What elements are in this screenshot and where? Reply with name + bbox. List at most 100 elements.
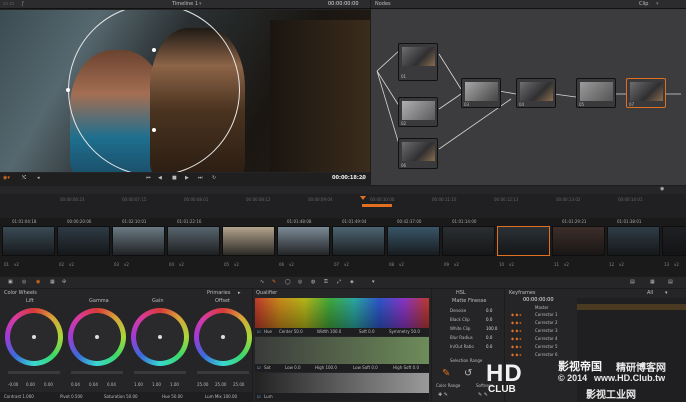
node-06[interactable]: 06 <box>398 138 438 169</box>
color-match-icon[interactable]: ◎ <box>22 280 26 285</box>
clip-thumbnail[interactable] <box>552 226 605 256</box>
color-wheels-icon[interactable]: ◉ <box>36 280 40 285</box>
keyframe-toggle-icon[interactable]: ◆ ◆ ▸ <box>511 321 522 325</box>
clip-label[interactable]: Clip <box>639 2 648 7</box>
high-value[interactable]: High 100.0 <box>315 366 337 370</box>
scopes-icon[interactable]: ▤ <box>630 280 635 285</box>
timeline-dropdown-icon[interactable]: ▾ <box>199 2 202 7</box>
clip-thumbnail[interactable] <box>442 226 495 256</box>
low-soft-value[interactable]: Low Soft 0.0 <box>353 366 378 370</box>
clip-thumbnail[interactable] <box>2 226 55 256</box>
wheel-value[interactable]: 0.00 <box>44 383 53 387</box>
lum-mix-value[interactable]: Lum Mix 100.00 <box>205 395 237 399</box>
width-value[interactable]: Width 100.0 <box>317 330 341 334</box>
window-icon[interactable]: ◯ <box>285 280 291 285</box>
wheel-value[interactable]: 0.04 <box>89 383 98 387</box>
blur-icon[interactable]: ◍ <box>311 280 315 285</box>
timeline-settings-icon[interactable]: ◉ <box>660 187 664 192</box>
wheel-value[interactable]: 25.00 <box>215 383 226 387</box>
play-button[interactable]: ▶ <box>185 176 189 181</box>
saturation-value[interactable]: Saturation 50.00 <box>104 395 138 399</box>
matte-param-value[interactable]: 0.0 <box>486 336 492 340</box>
reset-icon[interactable]: ↺ <box>464 368 472 379</box>
clip-thumbnail[interactable] <box>167 226 220 256</box>
range-plus-icon[interactable]: ✚ ✎ <box>438 393 448 398</box>
wheel-puck[interactable] <box>95 335 99 339</box>
keyframe-row-label[interactable]: Corrector 3 <box>535 329 558 333</box>
3d-icon[interactable]: ◈ <box>350 280 354 285</box>
clip-thumbnail[interactable] <box>387 226 440 256</box>
primaries-mode-label[interactable]: Primaries <box>207 291 230 296</box>
tracker-icon[interactable]: ◎ <box>298 280 302 285</box>
panel-menu-icon[interactable]: ▸ <box>238 291 241 296</box>
grid-icon[interactable]: ▦ <box>650 280 655 285</box>
clip-thumbnail[interactable] <box>57 226 110 256</box>
matte-param-value[interactable]: 0.0 <box>486 309 492 313</box>
first-frame-button[interactable]: ⏮ <box>146 176 151 181</box>
matte-param-value[interactable]: 100.0 <box>486 327 497 331</box>
sat-checkbox[interactable]: ☑ <box>257 366 261 370</box>
loop-button[interactable]: ↻ <box>212 176 216 181</box>
master-wheel-slider[interactable] <box>197 371 249 374</box>
loop-icon[interactable]: ⤭ <box>22 176 26 181</box>
motion-icon[interactable]: ✣ <box>62 280 66 285</box>
wheel-value[interactable]: 1.00 <box>170 383 179 387</box>
luminance-ramp[interactable] <box>255 373 429 393</box>
camera-raw-icon[interactable]: ▣ <box>8 280 13 285</box>
contrast-value[interactable]: Contrast 1.000 <box>4 395 34 399</box>
more-icon[interactable]: ▤ <box>668 280 673 285</box>
center-value[interactable]: Center 50.0 <box>279 330 303 334</box>
keyframe-row-label[interactable]: Corrector 5 <box>535 345 558 349</box>
viewer-frame[interactable] <box>0 10 370 172</box>
audio-icon[interactable]: ◂ <box>37 176 40 181</box>
keyframe-toggle-icon[interactable]: ◆ ◆ ▸ <box>511 313 522 317</box>
wheel-value[interactable]: 0.04 <box>107 383 116 387</box>
reverse-play-button[interactable]: ◀ <box>158 176 162 181</box>
curves-icon[interactable]: ∿ <box>260 280 264 285</box>
info-icon[interactable]: ▾ <box>372 280 375 285</box>
window-handle[interactable] <box>152 128 156 132</box>
wheel-value[interactable]: 0.00 <box>26 383 35 387</box>
timeline-name[interactable]: Timeline 1 <box>172 2 198 7</box>
wheel-puck[interactable] <box>221 335 225 339</box>
clip-thumbnail[interactable] <box>112 226 165 256</box>
color-wheel[interactable] <box>194 308 252 366</box>
high-soft-value[interactable]: High Soft 0.0 <box>393 366 419 370</box>
clip-thumbnail[interactable] <box>607 226 660 256</box>
clip-thumbnail[interactable] <box>497 226 550 256</box>
keyframe-row-label[interactable]: Corrector 2 <box>535 321 558 325</box>
hue-value[interactable]: Hue 50.00 <box>162 395 183 399</box>
rgb-mixer-icon[interactable]: ▦ <box>50 280 55 285</box>
master-wheel-slider[interactable] <box>134 371 186 374</box>
wheel-puck[interactable] <box>32 335 36 339</box>
wheel-puck[interactable] <box>158 335 162 339</box>
clip-dropdown-icon[interactable]: ▾ <box>656 2 659 7</box>
wheel-value[interactable]: 1.00 <box>134 383 143 387</box>
master-wheel-slider[interactable] <box>71 371 123 374</box>
playhead[interactable] <box>360 196 366 200</box>
sizing-icon[interactable]: ⤢ <box>337 280 341 285</box>
clip-thumbnail[interactable] <box>222 226 275 256</box>
qualifier-icon[interactable]: ✎ <box>272 280 276 285</box>
node-07[interactable]: 07 <box>626 78 666 108</box>
fx-icon[interactable]: ƒ <box>22 2 24 7</box>
symmetry-value[interactable]: Symmetry 50.0 <box>389 330 420 334</box>
soft-value[interactable]: Soft 0.0 <box>359 330 375 334</box>
keyframe-toggle-icon[interactable]: ◆ ◆ ▸ <box>511 329 522 333</box>
wheel-value[interactable]: 25.00 <box>233 383 244 387</box>
wheel-value[interactable]: -0.00 <box>8 383 18 387</box>
window-handle[interactable] <box>66 88 70 92</box>
clip-thumbnail[interactable] <box>277 226 330 256</box>
hue-checkbox[interactable]: ☑ <box>257 330 261 334</box>
hsl-mode-label[interactable]: HSL <box>456 291 466 296</box>
hue-spectrum[interactable] <box>255 298 429 328</box>
node-03[interactable]: 03 <box>461 78 501 108</box>
lum-checkbox[interactable]: ☑ <box>257 395 261 399</box>
keyframe-row-label[interactable]: Corrector 4 <box>535 337 558 341</box>
node-02[interactable]: 02 <box>398 97 438 127</box>
low-value[interactable]: Low 0.0 <box>285 366 301 370</box>
timeline-ruler[interactable]: 00:00:06:23 00:00:07:15 00:00:08:01 00:00:0… <box>0 194 686 218</box>
color-wheel[interactable] <box>5 308 63 366</box>
filter-dropdown-icon[interactable]: ▾ <box>665 291 668 296</box>
keyframes-filter[interactable]: All <box>647 291 653 296</box>
